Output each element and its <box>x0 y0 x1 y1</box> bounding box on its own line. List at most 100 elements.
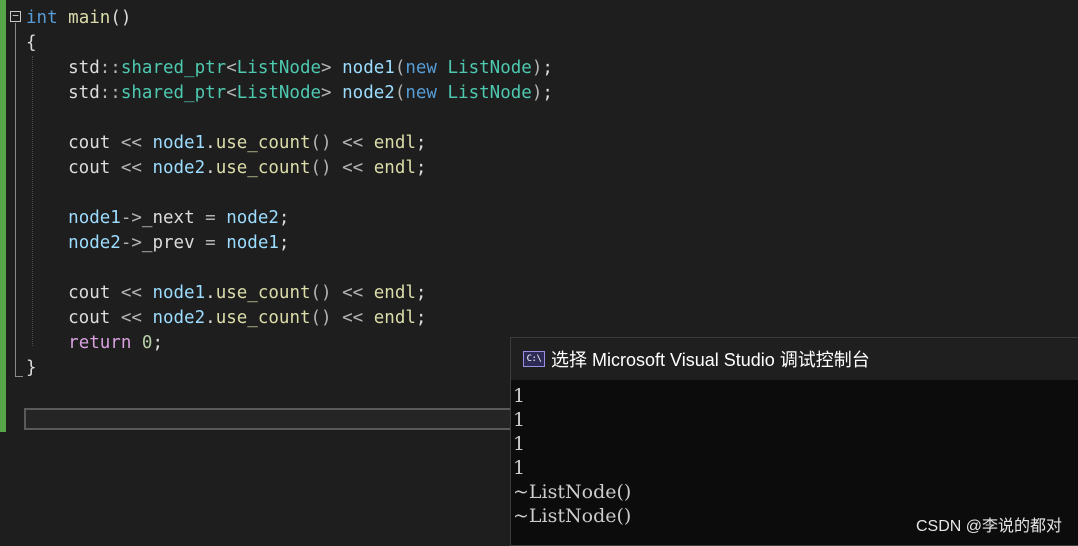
code-token: cout <box>26 133 121 153</box>
code-token: ( <box>394 83 406 103</box>
code-token: node1 <box>152 283 206 303</box>
console-output-line: 1 <box>513 385 526 407</box>
code-token: shared_ptr <box>120 58 227 78</box>
code-token: () <box>110 8 132 28</box>
code-token: node2 <box>342 83 395 103</box>
code-line[interactable]: cout << node1.use_count() << endl; <box>26 281 553 306</box>
code-line[interactable]: node2->_prev = node1; <box>26 231 553 256</box>
code-token: () <box>310 308 332 328</box>
code-token: std <box>26 58 100 78</box>
code-line[interactable]: std::shared_ptr<ListNode> node1(new List… <box>26 56 553 81</box>
code-token: endl <box>373 158 416 178</box>
code-token: node1 <box>342 58 395 78</box>
code-token: > <box>321 83 343 103</box>
code-token: endl <box>373 133 416 153</box>
code-token: ListNode <box>447 83 532 103</box>
editor-input-bar[interactable] <box>24 408 514 430</box>
code-token: _prev <box>141 233 206 253</box>
code-line[interactable]: } <box>26 356 553 381</box>
console-title: 选择 Microsoft Visual Studio 调试控制台 <box>551 350 870 370</box>
code-token: } <box>26 358 37 378</box>
code-token: . <box>205 158 216 178</box>
code-token: -> <box>120 208 142 228</box>
console-output-line: ~ListNode() <box>513 481 632 503</box>
code-token: int <box>26 8 58 28</box>
code-token: . <box>205 133 216 153</box>
code-token: < <box>226 58 237 78</box>
code-line[interactable]: cout << node2.use_count() << endl; <box>26 156 553 181</box>
code-token: ( <box>394 58 406 78</box>
code-line[interactable]: cout << node2.use_count() << endl; <box>26 306 553 331</box>
code-line[interactable] <box>26 256 553 281</box>
code-token: << <box>120 283 142 303</box>
console-app-icon: C:\ <box>523 351 545 367</box>
code-token: cout <box>26 308 121 328</box>
code-token: () <box>310 158 332 178</box>
code-token: use_count <box>215 283 311 303</box>
code-token: node1 <box>68 208 121 228</box>
code-token: cout <box>26 283 121 303</box>
code-token: node2 <box>152 308 206 328</box>
code-line[interactable]: return 0; <box>26 331 553 356</box>
console-output: 1 1 1 1 ~ListNode() ~ListNode() <box>511 380 1078 528</box>
code-token: ; <box>278 208 290 228</box>
code-token: main <box>68 8 111 28</box>
code-token: node1 <box>226 233 279 253</box>
code-token: ; <box>415 158 427 178</box>
code-token: ; <box>542 58 553 78</box>
code-token: node1 <box>152 133 206 153</box>
code-token: ; <box>542 83 553 103</box>
code-token: :: <box>99 83 121 103</box>
code-token: () <box>310 133 332 153</box>
change-indicator-bar <box>0 0 6 432</box>
code-token: << <box>342 133 364 153</box>
code-token: = <box>205 233 216 253</box>
code-line[interactable]: int main() <box>26 6 553 31</box>
code-token: = <box>205 208 216 228</box>
fold-guide-end <box>15 376 23 377</box>
code-token: std <box>26 83 100 103</box>
fold-guide-line <box>15 23 16 376</box>
code-text[interactable]: int main(){ std::shared_ptr<ListNode> no… <box>26 6 553 381</box>
code-token: endl <box>373 308 416 328</box>
code-token: () <box>310 283 332 303</box>
collapse-icon[interactable]: − <box>10 10 21 22</box>
code-token: < <box>226 83 237 103</box>
code-line[interactable] <box>26 106 553 131</box>
console-title-bar[interactable]: C:\ 选择 Microsoft Visual Studio 调试控制台 <box>511 338 1078 380</box>
code-token: :: <box>99 58 121 78</box>
code-line[interactable]: cout << node1.use_count() << endl; <box>26 131 553 156</box>
code-token: -> <box>120 233 142 253</box>
console-output-line: 1 <box>513 457 526 479</box>
code-token: ) <box>531 58 543 78</box>
code-line[interactable]: { <box>26 31 553 56</box>
code-token: ; <box>415 133 427 153</box>
code-line[interactable] <box>26 181 553 206</box>
code-token: use_count <box>215 133 311 153</box>
code-token: ListNode <box>236 83 322 103</box>
code-token: node2 <box>68 233 121 253</box>
code-line[interactable]: std::shared_ptr<ListNode> node2(new List… <box>26 81 553 106</box>
code-token: _next <box>141 208 206 228</box>
code-token: ; <box>415 283 427 303</box>
code-line[interactable]: node1->_next = node2; <box>26 206 553 231</box>
code-token: 0 <box>141 333 153 353</box>
code-token: ListNode <box>236 58 322 78</box>
